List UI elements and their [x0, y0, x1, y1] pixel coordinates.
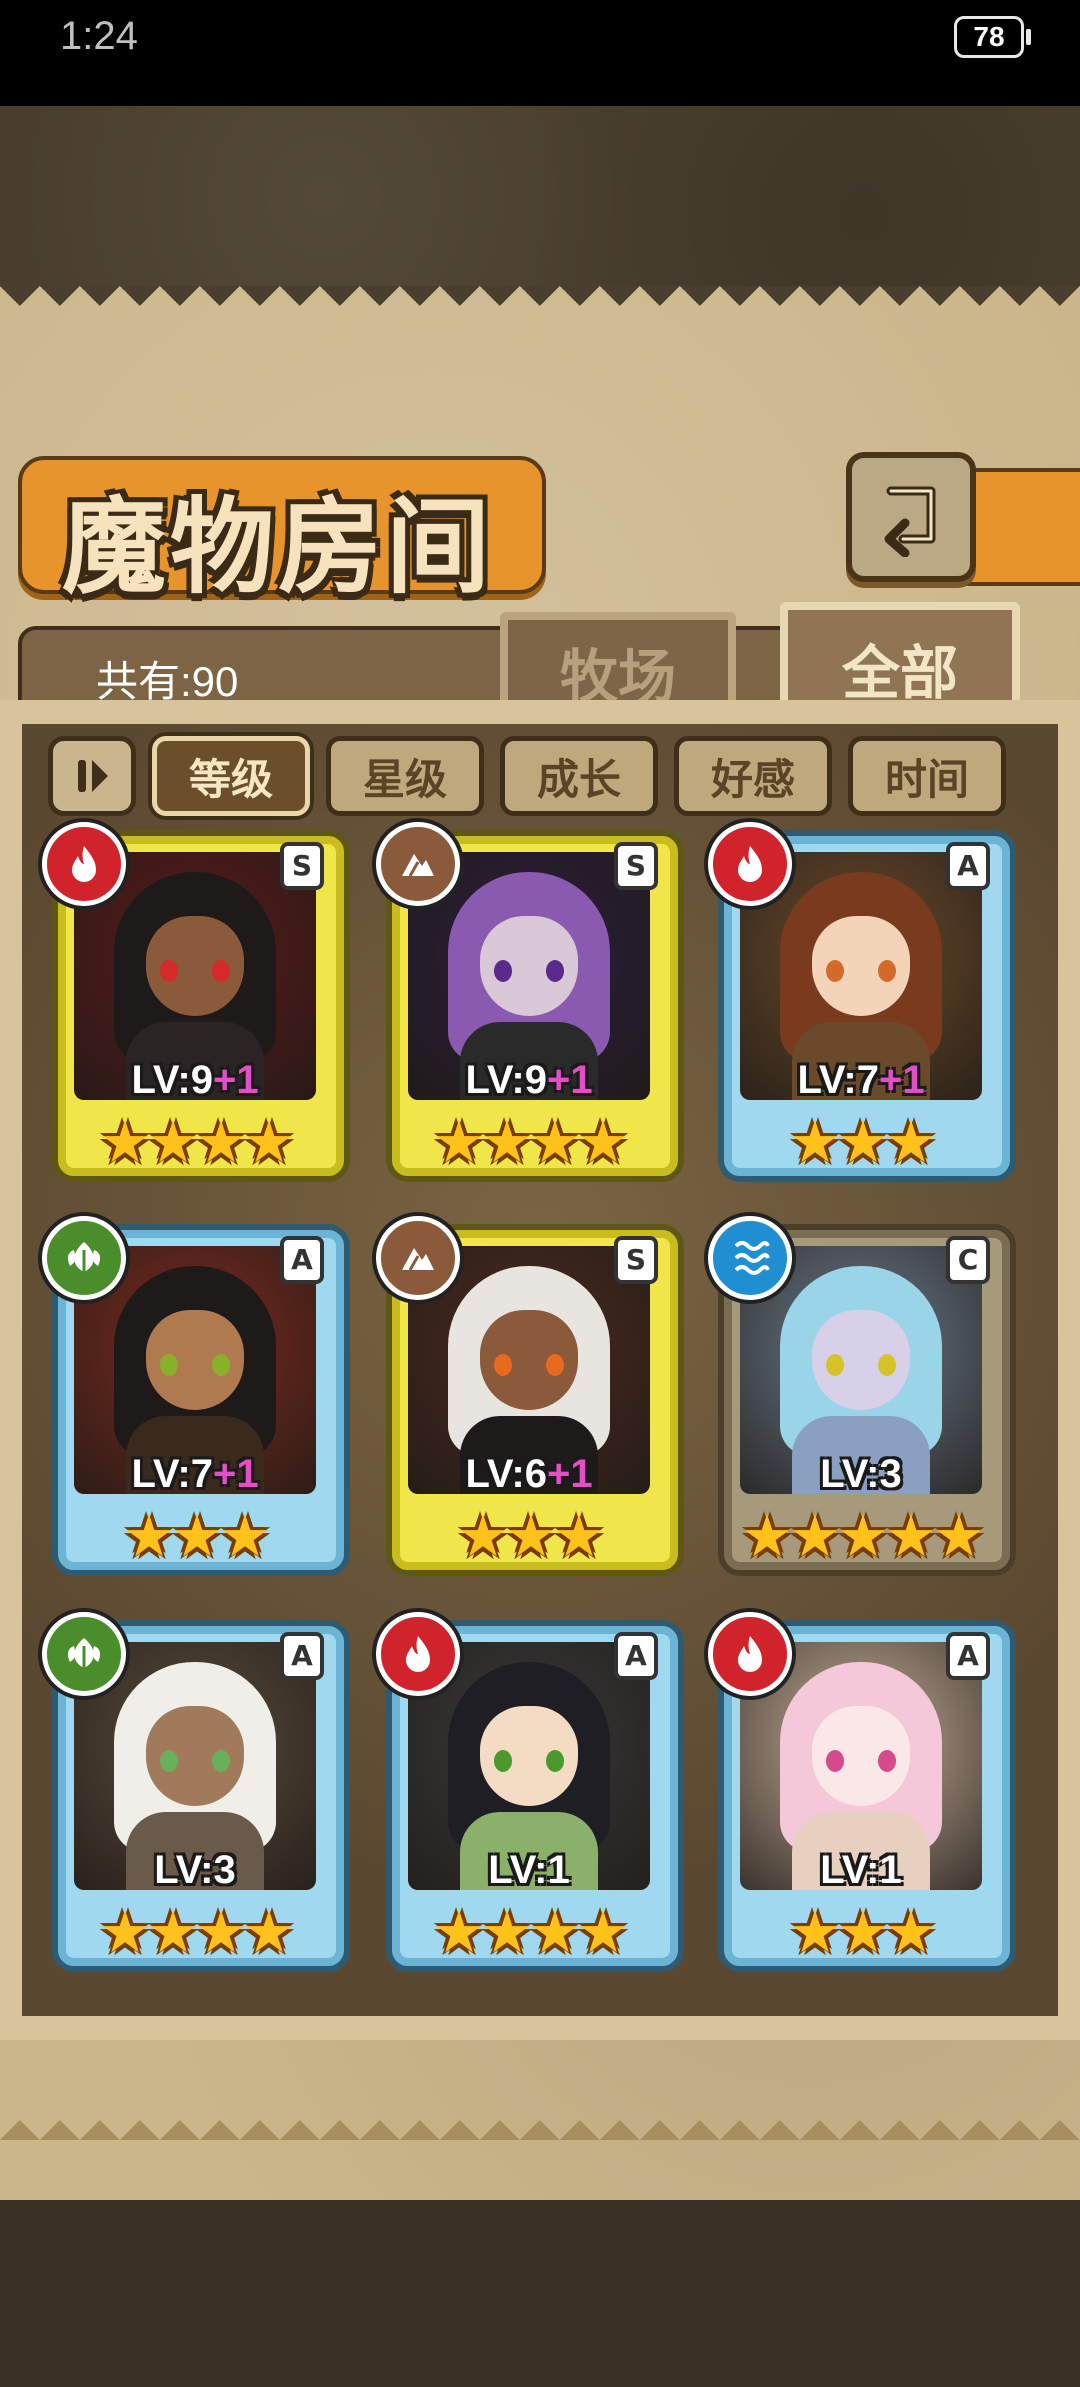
fire-element-icon [708, 822, 792, 906]
monster-card[interactable]: A LV:7+1 ★★★ [708, 822, 1016, 1182]
monster-level: LV:9+1 [52, 1058, 338, 1103]
fire-element-icon [42, 822, 126, 906]
rank-badge: S [614, 842, 658, 890]
sort-bar: 等级 星级 成长 好感 时间 [48, 736, 1038, 816]
sort-star-button[interactable]: 星级 [326, 736, 484, 816]
fire-element-icon [376, 1612, 460, 1696]
star-rating: ★★★ [789, 1108, 937, 1176]
level-value: LV:7 [797, 1058, 879, 1102]
title-banner: 魔物房间 [18, 456, 546, 608]
panel-bottom-edge [0, 2100, 1080, 2140]
page-title: 魔物房间 [62, 485, 495, 608]
sort-level-button[interactable]: 等级 [152, 736, 310, 816]
panel-top-edge [0, 286, 1080, 326]
monster-card[interactable]: C LV:3 ★★★★★ [708, 1216, 1016, 1576]
sort-affection-button[interactable]: 好感 [674, 736, 832, 816]
grass-element-icon [42, 1216, 126, 1300]
monster-level: LV:7+1 [718, 1058, 1004, 1103]
sort-growth-button[interactable]: 成长 [500, 736, 658, 816]
fire-element-icon [708, 1612, 792, 1696]
rank-badge: S [280, 842, 324, 890]
level-value: LV:1 [820, 1848, 902, 1892]
sort-toggle-button[interactable] [48, 736, 136, 816]
status-time: 1:24 [60, 14, 138, 58]
sort-time-button[interactable]: 时间 [848, 736, 1006, 816]
monster-level: LV:1 [718, 1848, 1004, 1893]
star-rating: ★★★ [457, 1502, 605, 1570]
status-bar: 1:24 78 [0, 0, 1080, 106]
level-value: LV:6 [465, 1452, 547, 1496]
monster-level: LV:3 [718, 1452, 1004, 1497]
star-rating: ★★★ [789, 1898, 937, 1966]
level-bonus: +1 [546, 1058, 593, 1102]
monster-card[interactable]: A LV:7+1 ★★★ [42, 1216, 350, 1576]
return-arrow-icon [884, 486, 936, 557]
monster-level: LV:7+1 [52, 1452, 338, 1497]
rank-badge: A [946, 1632, 990, 1680]
map-background-top [0, 106, 1080, 286]
monster-card[interactable]: S LV:9+1 ★★★★ [42, 822, 350, 1182]
battery-icon: 78 [954, 16, 1031, 58]
star-rating: ★★★★ [99, 1898, 295, 1966]
monster-card[interactable]: A LV:3 ★★★★ [42, 1612, 350, 1972]
level-value: LV:9 [131, 1058, 213, 1102]
earth-element-icon [376, 1216, 460, 1300]
monster-level: LV:6+1 [386, 1452, 672, 1497]
level-bonus: +1 [212, 1452, 259, 1496]
star-rating: ★★★★ [433, 1108, 629, 1176]
level-value: LV:9 [465, 1058, 547, 1102]
level-bonus: +1 [212, 1058, 259, 1102]
rank-badge: C [946, 1236, 990, 1284]
level-value: LV:1 [488, 1848, 570, 1892]
monster-level: LV:1 [386, 1848, 672, 1893]
level-bonus: +1 [878, 1058, 925, 1102]
rank-badge: A [946, 842, 990, 890]
star-rating: ★★★★ [433, 1898, 629, 1966]
level-value: LV:3 [820, 1452, 902, 1496]
sort-toggle-icon [78, 760, 108, 792]
star-rating: ★★★★★ [741, 1502, 985, 1570]
grass-element-icon [42, 1612, 126, 1696]
rank-badge: S [614, 1236, 658, 1284]
monster-card[interactable]: S LV:6+1 ★★★ [376, 1216, 684, 1576]
monster-card[interactable]: A LV:1 ★★★★ [376, 1612, 684, 1972]
rank-badge: A [280, 1236, 324, 1284]
water-element-icon [708, 1216, 792, 1300]
rank-badge: A [280, 1632, 324, 1680]
level-value: LV:7 [131, 1452, 213, 1496]
rank-badge: A [614, 1632, 658, 1680]
monster-level: LV:3 [52, 1848, 338, 1893]
monster-card[interactable]: S LV:9+1 ★★★★ [376, 822, 684, 1182]
back-button[interactable] [846, 452, 976, 582]
monster-level: LV:9+1 [386, 1058, 672, 1103]
map-background-bottom [0, 2200, 1080, 2387]
level-bonus: +1 [546, 1452, 593, 1496]
level-value: LV:3 [154, 1848, 236, 1892]
star-rating: ★★★★ [99, 1108, 295, 1176]
monster-card[interactable]: A LV:1 ★★★ [708, 1612, 1016, 1972]
star-rating: ★★★ [123, 1502, 271, 1570]
earth-element-icon [376, 822, 460, 906]
